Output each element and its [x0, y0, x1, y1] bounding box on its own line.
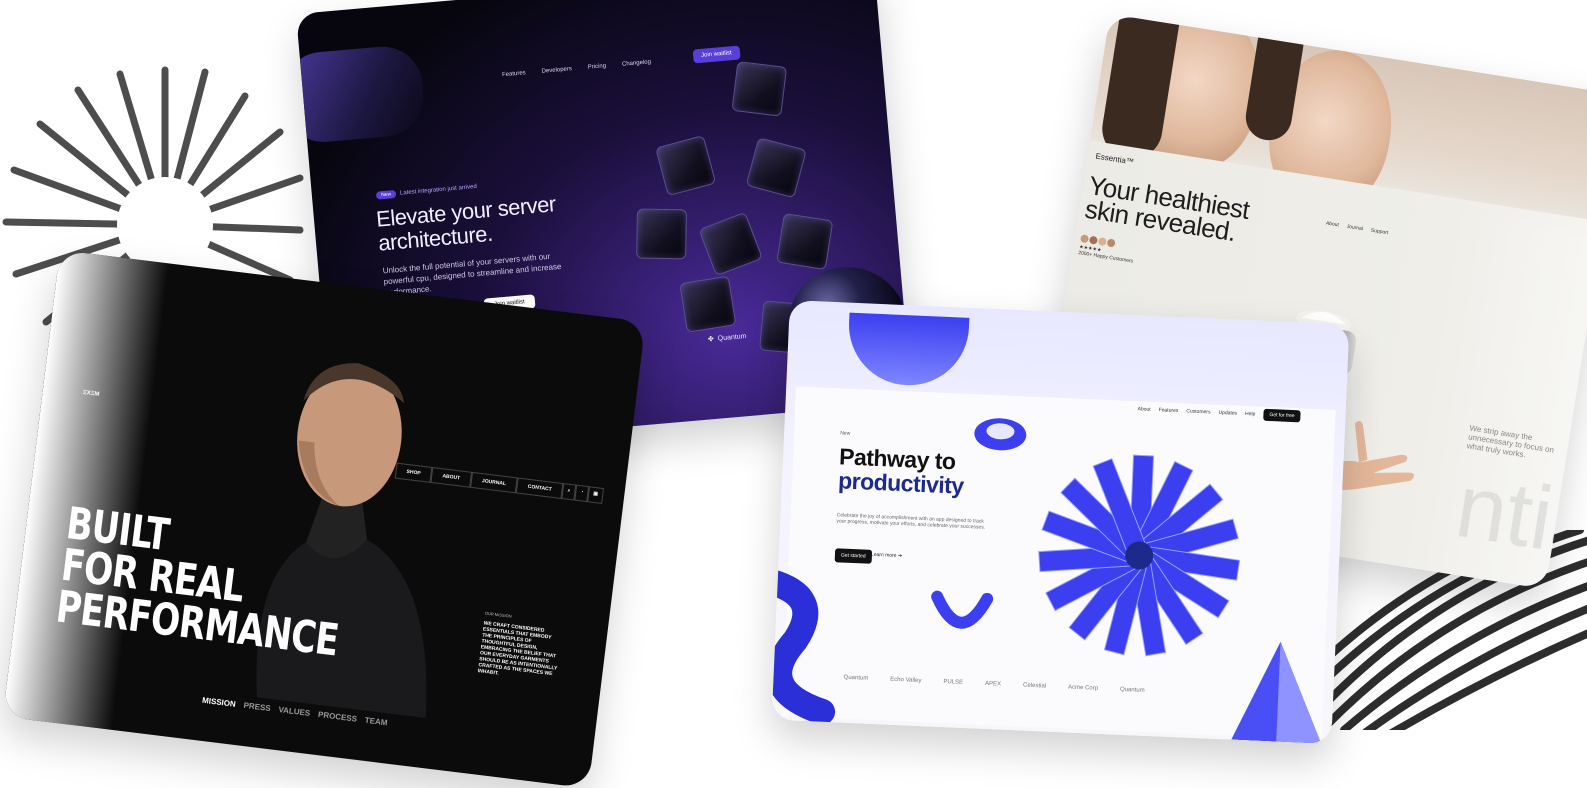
ring-cylinder-graphic [974, 418, 1027, 451]
nav-item-customers[interactable]: Customers [1186, 408, 1210, 415]
integration-badge[interactable]: New Latest integration just arrived [375, 183, 478, 200]
bottom-nav-mission[interactable]: MISSION [202, 696, 237, 709]
nav-item-journal[interactable]: JOURNAL [470, 471, 518, 494]
logo-apex: APEX [984, 680, 1002, 688]
new-pill: New [375, 189, 397, 200]
badge-text: Latest integration just arrived [399, 183, 478, 197]
nav-item-developers[interactable]: Developers [541, 66, 572, 75]
mission-text: WE CRAFT CONSIDERED ESSENTIALS THAT EMBO… [477, 620, 558, 678]
nav-item-changelog[interactable]: Changelog [622, 59, 651, 68]
bottom-nav-press[interactable]: PRESS [243, 701, 271, 713]
hero-description: Unlock the full potential of your server… [382, 251, 562, 298]
hero-title-line2: productivity [837, 467, 965, 499]
hero-title: Elevate your server architecture. [375, 191, 557, 256]
avatar [1097, 237, 1107, 247]
mission-label: OUR MISSION [484, 610, 512, 619]
nav-item-features[interactable]: Features [1158, 407, 1178, 414]
quantum-nav: Features Developers Pricing Changelog [502, 59, 651, 78]
logo-quantum: Quantum [843, 674, 869, 682]
bottom-nav-team[interactable]: TEAM [364, 716, 388, 728]
join-waitlist-nav-button[interactable]: Join waitlist [692, 45, 741, 64]
logo-pulse: PULSE [943, 679, 964, 686]
bottom-nav-process[interactable]: PROCESS [318, 710, 358, 724]
cube-graphic [776, 212, 834, 271]
bottom-nav-values[interactable]: VALUES [278, 705, 311, 718]
nav-item-pricing[interactable]: Pricing [588, 63, 607, 71]
performance-apparel-website-card: ΞXΞM SHOP ABOUT JOURNAL CONTACT ⌕ ◔ ▣ BU… [2, 250, 646, 788]
cart-icon[interactable]: ▣ [587, 486, 604, 504]
nav-item-help[interactable]: Help [1245, 411, 1256, 417]
cube-graphic [731, 61, 788, 117]
logo-celestial: Celestial [1022, 682, 1047, 690]
avatar [1106, 238, 1116, 248]
blue-blob-graphic [846, 312, 970, 388]
quantum-logo: ✤ Quantum [708, 332, 747, 343]
twisted-tube-graphic [771, 565, 836, 725]
logo-quantum-2: Quantum [1119, 686, 1145, 694]
pyramid-graphic [1231, 641, 1322, 744]
get-for-free-button[interactable]: Get for free [1263, 408, 1301, 423]
nav-item-about[interactable]: About [1137, 406, 1150, 413]
cube-graphic [745, 137, 807, 199]
new-label: New [840, 430, 851, 437]
learn-more-link[interactable]: Learn more ➔ [871, 552, 902, 559]
athlete-portrait-image [256, 363, 427, 719]
avatar [1079, 234, 1090, 244]
cube-graphic [698, 211, 763, 277]
glass-cylinder-graphic [296, 43, 427, 146]
nav-item-features[interactable]: Features [502, 70, 526, 78]
logo-acme-corp: Acme Corp [1067, 684, 1099, 692]
hero-title: Pathway to productivity [837, 443, 966, 499]
starburst-3d-graphic [1038, 454, 1241, 657]
pathway-website-card: About Features Customers Updates Help Ge… [771, 300, 1350, 745]
arc-graphic [931, 590, 994, 629]
cube-graphic [655, 134, 717, 197]
quantum-logo-icon: ✤ [707, 335, 715, 344]
nav-item-contact[interactable]: CONTACT [515, 477, 564, 499]
cube-graphic [636, 208, 687, 260]
quantum-logo-text: Quantum [717, 332, 747, 342]
avatar [1088, 235, 1098, 245]
cube-graphic [679, 275, 737, 333]
nav-item-updates[interactable]: Updates [1218, 410, 1237, 417]
